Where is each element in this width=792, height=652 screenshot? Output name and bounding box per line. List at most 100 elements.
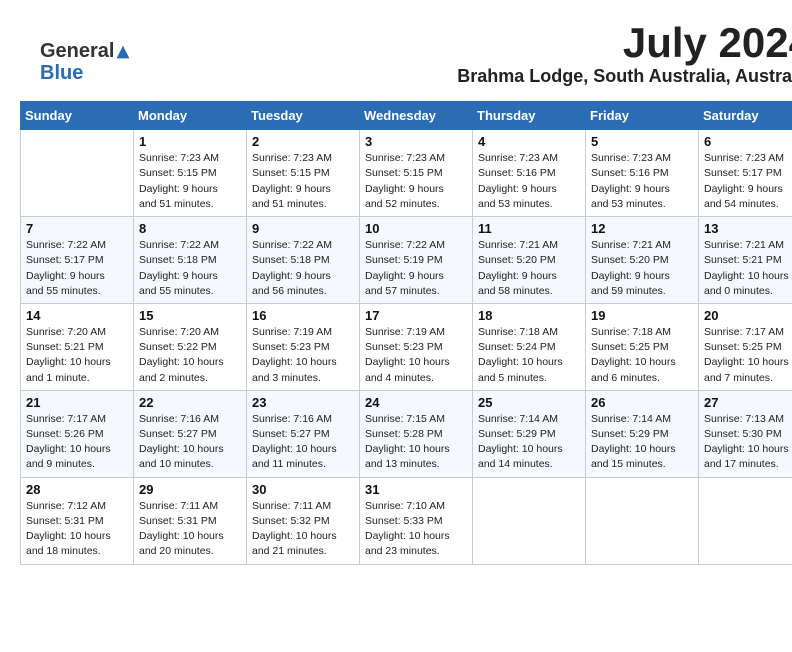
day-info: Sunrise: 7:15 AMSunset: 5:28 PMDaylight:… xyxy=(365,412,467,473)
day-number: 20 xyxy=(704,308,792,323)
day-info: Sunrise: 7:18 AMSunset: 5:24 PMDaylight:… xyxy=(478,325,580,386)
day-number: 12 xyxy=(591,221,693,236)
day-number: 31 xyxy=(365,482,467,497)
calendar-cell xyxy=(473,477,586,564)
calendar-cell: 6 Sunrise: 7:23 AMSunset: 5:17 PMDaylight… xyxy=(699,130,792,217)
col-header-thursday: Thursday xyxy=(473,102,586,130)
day-info: Sunrise: 7:22 AMSunset: 5:19 PMDaylight:… xyxy=(365,238,467,299)
day-number: 26 xyxy=(591,395,693,410)
day-number: 15 xyxy=(139,308,241,323)
col-header-saturday: Saturday xyxy=(699,102,792,130)
day-info: Sunrise: 7:16 AMSunset: 5:27 PMDaylight:… xyxy=(252,412,354,473)
day-number: 2 xyxy=(252,134,354,149)
col-header-tuesday: Tuesday xyxy=(247,102,360,130)
day-info: Sunrise: 7:20 AMSunset: 5:22 PMDaylight:… xyxy=(139,325,241,386)
day-number: 10 xyxy=(365,221,467,236)
day-number: 7 xyxy=(26,221,128,236)
day-number: 17 xyxy=(365,308,467,323)
day-number: 11 xyxy=(478,221,580,236)
day-info: Sunrise: 7:23 AMSunset: 5:16 PMDaylight:… xyxy=(478,151,580,212)
calendar-cell: 11 Sunrise: 7:21 AMSunset: 5:20 PMDayligh… xyxy=(473,217,586,304)
day-number: 3 xyxy=(365,134,467,149)
day-number: 21 xyxy=(26,395,128,410)
day-number: 4 xyxy=(478,134,580,149)
day-number: 6 xyxy=(704,134,792,149)
day-number: 24 xyxy=(365,395,467,410)
calendar-cell: 24 Sunrise: 7:15 AMSunset: 5:28 PMDayligh… xyxy=(360,390,473,477)
calendar-cell: 30 Sunrise: 7:11 AMSunset: 5:32 PMDayligh… xyxy=(247,477,360,564)
calendar-cell: 2 Sunrise: 7:23 AMSunset: 5:15 PMDaylight… xyxy=(247,130,360,217)
calendar-cell: 27Sunrise: 7:13 AMSunset: 5:30 PMDayligh… xyxy=(699,390,792,477)
calendar-cell: 21 Sunrise: 7:17 AMSunset: 5:26 PMDayligh… xyxy=(21,390,134,477)
day-info: Sunrise: 7:17 AMSunset: 5:26 PMDaylight:… xyxy=(26,412,128,473)
day-number: 29 xyxy=(139,482,241,497)
day-info: Sunrise: 7:17 AMSunset: 5:25 PMDaylight:… xyxy=(704,325,792,386)
calendar-cell: 20 Sunrise: 7:17 AMSunset: 5:25 PMDayligh… xyxy=(699,303,792,390)
day-info: Sunrise: 7:23 AMSunset: 5:16 PMDaylight:… xyxy=(591,151,693,212)
day-number: 14 xyxy=(26,308,128,323)
calendar-cell: 9Sunrise: 7:22 AMSunset: 5:18 PMDaylight… xyxy=(247,217,360,304)
calendar-week-1: 1Sunrise: 7:23 AMSunset: 5:15 PMDaylight… xyxy=(21,130,792,217)
day-info: Sunrise: 7:23 AMSunset: 5:15 PMDaylight:… xyxy=(252,151,354,212)
day-number: 27 xyxy=(704,395,792,410)
logo-blue: Blue xyxy=(40,62,83,84)
day-info: Sunrise: 7:14 AMSunset: 5:29 PMDaylight:… xyxy=(478,412,580,473)
day-number: 30 xyxy=(252,482,354,497)
calendar-cell: 3 Sunrise: 7:23 AMSunset: 5:15 PMDaylight… xyxy=(360,130,473,217)
day-number: 16 xyxy=(252,308,354,323)
calendar-cell: 18 Sunrise: 7:18 AMSunset: 5:24 PMDayligh… xyxy=(473,303,586,390)
day-info: Sunrise: 7:12 AMSunset: 5:31 PMDaylight:… xyxy=(26,499,128,560)
calendar-cell: 14 Sunrise: 7:20 AMSunset: 5:21 PMDayligh… xyxy=(21,303,134,390)
day-number: 13 xyxy=(704,221,792,236)
calendar-cell: 17Sunrise: 7:19 AMSunset: 5:23 PMDayligh… xyxy=(360,303,473,390)
calendar-cell: 28 Sunrise: 7:12 AMSunset: 5:31 PMDayligh… xyxy=(21,477,134,564)
calendar-cell: 23 Sunrise: 7:16 AMSunset: 5:27 PMDayligh… xyxy=(247,390,360,477)
calendar-week-3: 14 Sunrise: 7:20 AMSunset: 5:21 PMDayligh… xyxy=(21,303,792,390)
day-number: 25 xyxy=(478,395,580,410)
day-info: Sunrise: 7:16 AMSunset: 5:27 PMDaylight:… xyxy=(139,412,241,473)
calendar-week-2: 7Sunrise: 7:22 AMSunset: 5:17 PMDaylight… xyxy=(21,217,792,304)
page-subtitle: Brahma Lodge, South Australia, Australia xyxy=(457,66,792,87)
calendar-cell xyxy=(699,477,792,564)
day-number: 23 xyxy=(252,395,354,410)
calendar-cell: 16 Sunrise: 7:19 AMSunset: 5:23 PMDayligh… xyxy=(247,303,360,390)
calendar-cell: 12Sunrise: 7:21 AMSunset: 5:20 PMDayligh… xyxy=(586,217,699,304)
calendar-cell: 7Sunrise: 7:22 AMSunset: 5:17 PMDaylight… xyxy=(21,217,134,304)
calendar-cell: 4 Sunrise: 7:23 AMSunset: 5:16 PMDaylight… xyxy=(473,130,586,217)
day-number: 19 xyxy=(591,308,693,323)
calendar-table: SundayMondayTuesdayWednesdayThursdayFrid… xyxy=(20,101,792,564)
calendar-cell: 1Sunrise: 7:23 AMSunset: 5:15 PMDaylight… xyxy=(134,130,247,217)
day-number: 28 xyxy=(26,482,128,497)
col-header-friday: Friday xyxy=(586,102,699,130)
calendar-cell: 22 Sunrise: 7:16 AMSunset: 5:27 PMDayligh… xyxy=(134,390,247,477)
day-info: Sunrise: 7:21 AMSunset: 5:20 PMDaylight:… xyxy=(478,238,580,299)
calendar-cell: 5 Sunrise: 7:23 AMSunset: 5:16 PMDaylight… xyxy=(586,130,699,217)
logo: General Blue xyxy=(40,40,132,84)
calendar-cell: 29Sunrise: 7:11 AMSunset: 5:31 PMDayligh… xyxy=(134,477,247,564)
calendar-cell: 13 Sunrise: 7:21 AMSunset: 5:21 PMDayligh… xyxy=(699,217,792,304)
calendar-cell xyxy=(21,130,134,217)
day-number: 18 xyxy=(478,308,580,323)
day-info: Sunrise: 7:23 AMSunset: 5:17 PMDaylight:… xyxy=(704,151,792,212)
calendar-week-4: 21 Sunrise: 7:17 AMSunset: 5:26 PMDayligh… xyxy=(21,390,792,477)
calendar-cell: 8 Sunrise: 7:22 AMSunset: 5:18 PMDaylight… xyxy=(134,217,247,304)
day-info: Sunrise: 7:21 AMSunset: 5:21 PMDaylight:… xyxy=(704,238,792,299)
calendar-cell: 10 Sunrise: 7:22 AMSunset: 5:19 PMDayligh… xyxy=(360,217,473,304)
day-number: 5 xyxy=(591,134,693,149)
day-info: Sunrise: 7:23 AMSunset: 5:15 PMDaylight:… xyxy=(365,151,467,212)
calendar-cell: 15 Sunrise: 7:20 AMSunset: 5:22 PMDayligh… xyxy=(134,303,247,390)
calendar-cell xyxy=(586,477,699,564)
day-info: Sunrise: 7:22 AMSunset: 5:18 PMDaylight:… xyxy=(139,238,241,299)
day-info: Sunrise: 7:20 AMSunset: 5:21 PMDaylight:… xyxy=(26,325,128,386)
day-info: Sunrise: 7:23 AMSunset: 5:15 PMDaylight:… xyxy=(139,151,241,212)
header: July 2024 Brahma Lodge, South Australia,… xyxy=(457,20,792,87)
day-number: 8 xyxy=(139,221,241,236)
day-info: Sunrise: 7:11 AMSunset: 5:32 PMDaylight:… xyxy=(252,499,354,560)
page-title: July 2024 xyxy=(457,20,792,66)
logo-icon xyxy=(115,44,131,60)
day-info: Sunrise: 7:10 AMSunset: 5:33 PMDaylight:… xyxy=(365,499,467,560)
day-info: Sunrise: 7:22 AMSunset: 5:18 PMDaylight:… xyxy=(252,238,354,299)
day-number: 22 xyxy=(139,395,241,410)
day-info: Sunrise: 7:19 AMSunset: 5:23 PMDaylight:… xyxy=(252,325,354,386)
col-header-sunday: Sunday xyxy=(21,102,134,130)
